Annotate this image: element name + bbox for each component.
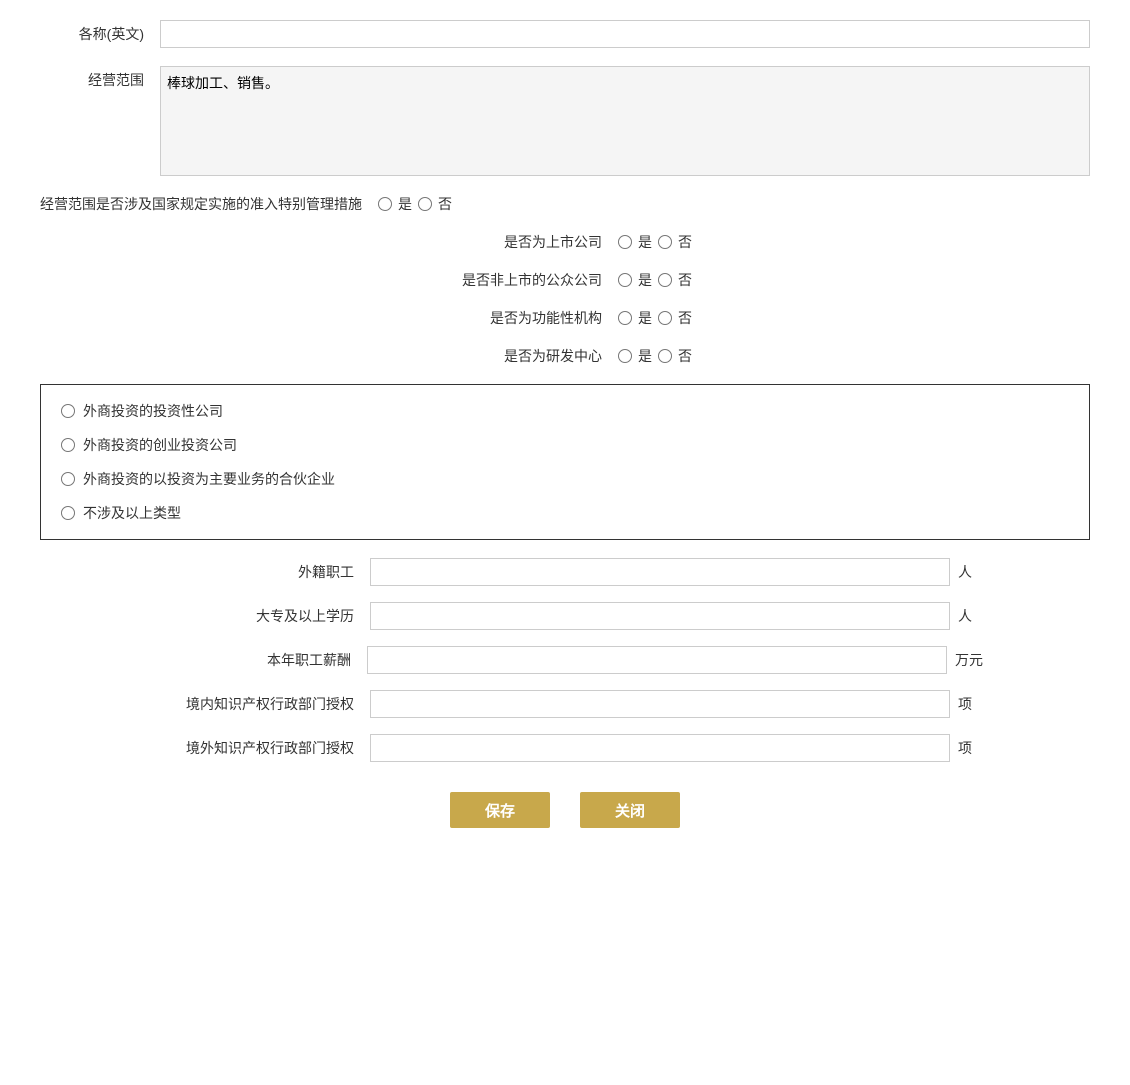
investment-option-1[interactable]: 外商投资的投资性公司	[61, 401, 1069, 421]
rd-center-no-label[interactable]: 否	[678, 346, 692, 366]
investment-option-3-radio[interactable]	[61, 472, 75, 486]
listed-company-radio-group: 是 否	[618, 232, 692, 252]
special-measures-no-radio[interactable]	[418, 197, 432, 211]
annual-salary-label: 本年职工薪酬	[147, 650, 367, 670]
rd-center-label: 是否为研发中心	[438, 346, 618, 366]
listed-company-row: 是否为上市公司 是 否	[40, 232, 1090, 252]
business-scope-row: 经营范围 棒球加工、销售。	[40, 66, 1090, 176]
english-name-label: 各称(英文)	[40, 24, 160, 44]
button-area: 保存 关闭	[40, 792, 1090, 828]
investment-option-3[interactable]: 外商投资的以投资为主要业务的合伙企业	[61, 469, 1069, 489]
foreign-employees-label: 外籍职工	[150, 562, 370, 582]
special-measures-no-label[interactable]: 否	[438, 194, 452, 214]
listed-company-yes-label[interactable]: 是	[638, 232, 652, 252]
business-scope-textarea[interactable]: 棒球加工、销售。	[160, 66, 1090, 176]
investment-option-1-label: 外商投资的投资性公司	[83, 401, 223, 421]
rd-center-no-radio[interactable]	[658, 349, 672, 363]
foreign-employees-input[interactable]	[370, 558, 950, 586]
business-scope-label: 经营范围	[40, 66, 160, 90]
overseas-ip-row: 境外知识产权行政部门授权 项	[40, 734, 1090, 762]
unlisted-public-yes-radio[interactable]	[618, 273, 632, 287]
domestic-ip-unit: 项	[950, 694, 980, 714]
functional-org-label: 是否为功能性机构	[438, 308, 618, 328]
college-edu-unit: 人	[950, 606, 980, 626]
unlisted-public-row: 是否非上市的公众公司 是 否	[40, 270, 1090, 290]
english-name-input[interactable]	[160, 20, 1090, 48]
english-name-row: 各称(英文)	[40, 20, 1090, 48]
investment-option-2[interactable]: 外商投资的创业投资公司	[61, 435, 1069, 455]
unlisted-public-no-label[interactable]: 否	[678, 270, 692, 290]
overseas-ip-label: 境外知识产权行政部门授权	[150, 738, 370, 758]
listed-company-label: 是否为上市公司	[438, 232, 618, 252]
functional-org-no-radio[interactable]	[658, 311, 672, 325]
investment-option-4-label: 不涉及以上类型	[83, 503, 181, 523]
annual-salary-row: 本年职工薪酬 万元	[40, 646, 1090, 674]
special-measures-radio-group: 是 否	[378, 194, 452, 214]
rd-center-yes-radio[interactable]	[618, 349, 632, 363]
listed-company-no-label[interactable]: 否	[678, 232, 692, 252]
investment-option-3-label: 外商投资的以投资为主要业务的合伙企业	[83, 469, 335, 489]
foreign-employees-row: 外籍职工 人	[40, 558, 1090, 586]
investment-option-4[interactable]: 不涉及以上类型	[61, 503, 1069, 523]
college-edu-label: 大专及以上学历	[150, 606, 370, 626]
investment-option-4-radio[interactable]	[61, 506, 75, 520]
rd-center-row: 是否为研发中心 是 否	[40, 346, 1090, 366]
close-button[interactable]: 关闭	[580, 792, 680, 828]
unlisted-public-no-radio[interactable]	[658, 273, 672, 287]
save-button[interactable]: 保存	[450, 792, 550, 828]
rd-center-yes-label[interactable]: 是	[638, 346, 652, 366]
special-measures-row: 经营范围是否涉及国家规定实施的准入特别管理措施 是 否	[40, 194, 1090, 214]
investment-option-1-radio[interactable]	[61, 404, 75, 418]
rd-center-radio-group: 是 否	[618, 346, 692, 366]
college-edu-input[interactable]	[370, 602, 950, 630]
functional-org-radio-group: 是 否	[618, 308, 692, 328]
annual-salary-unit: 万元	[947, 650, 983, 670]
unlisted-public-yes-label[interactable]: 是	[638, 270, 652, 290]
investment-option-2-label: 外商投资的创业投资公司	[83, 435, 237, 455]
foreign-employees-unit: 人	[950, 562, 980, 582]
investment-type-box: 外商投资的投资性公司 外商投资的创业投资公司 外商投资的以投资为主要业务的合伙企…	[40, 384, 1090, 540]
overseas-ip-input[interactable]	[370, 734, 950, 762]
functional-org-row: 是否为功能性机构 是 否	[40, 308, 1090, 328]
domestic-ip-label: 境内知识产权行政部门授权	[150, 694, 370, 714]
functional-org-yes-label[interactable]: 是	[638, 308, 652, 328]
functional-org-yes-radio[interactable]	[618, 311, 632, 325]
unlisted-public-radio-group: 是 否	[618, 270, 692, 290]
investment-option-2-radio[interactable]	[61, 438, 75, 452]
special-measures-label: 经营范围是否涉及国家规定实施的准入特别管理措施	[40, 194, 362, 214]
college-edu-row: 大专及以上学历 人	[40, 602, 1090, 630]
unlisted-public-label: 是否非上市的公众公司	[438, 270, 618, 290]
special-measures-yes-label[interactable]: 是	[398, 194, 412, 214]
domestic-ip-input[interactable]	[370, 690, 950, 718]
annual-salary-input[interactable]	[367, 646, 947, 674]
domestic-ip-row: 境内知识产权行政部门授权 项	[40, 690, 1090, 718]
form-section: 各称(英文) 经营范围 棒球加工、销售。 经营范围是否涉及国家规定实施的准入特别…	[40, 20, 1090, 828]
special-measures-yes-radio[interactable]	[378, 197, 392, 211]
listed-company-yes-radio[interactable]	[618, 235, 632, 249]
listed-company-no-radio[interactable]	[658, 235, 672, 249]
functional-org-no-label[interactable]: 否	[678, 308, 692, 328]
overseas-ip-unit: 项	[950, 738, 980, 758]
